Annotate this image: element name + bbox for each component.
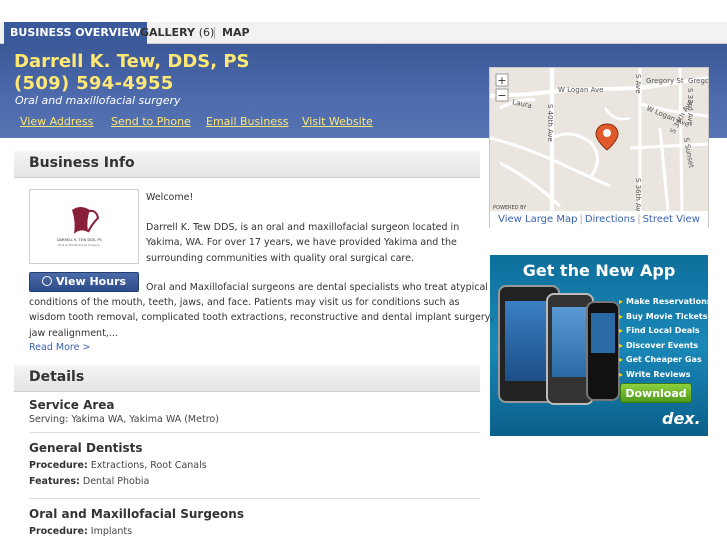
- tab-count: (6): [198, 26, 215, 39]
- business-logo: DARRELL K. TEW DDS, PS Oral & Maxillofac…: [29, 189, 139, 264]
- description-paragraph: conditions of the mouth, teeth, jaws, an…: [29, 295, 493, 341]
- field-label: Features:: [29, 476, 80, 487]
- general-procedures: Procedure: Extractions, Root Canals: [29, 460, 207, 471]
- tab-label: BUSINESS OVERVIEW: [10, 26, 142, 39]
- ad-title: Get the New App: [522, 261, 676, 280]
- text-line: surrounding communities with quality ora…: [146, 252, 414, 264]
- tab-bar: BUSINESS OVERVIEW GALLERY (6) MAP: [0, 22, 727, 44]
- ad-feature: ▸ Buy Movie Tickets: [619, 311, 708, 321]
- map-widget: + − W Logan Ave Gregory St Grego Laura S…: [489, 67, 709, 228]
- description-first-line: Oral and Maxillofacial surgeons are dent…: [146, 282, 488, 293]
- email-business-link[interactable]: Email Business: [200, 115, 295, 128]
- button-label: View Hours: [55, 275, 127, 288]
- tab-gallery[interactable]: GALLERY (6): [134, 22, 220, 44]
- tab-label: MAP: [222, 26, 250, 39]
- street-label: Grego: [688, 77, 708, 85]
- field-value: Dental Phobia: [82, 476, 150, 487]
- field-label: Procedure:: [29, 460, 88, 471]
- intro-paragraph: Darrell K. Tew DDS, is an oral and maxil…: [146, 220, 459, 266]
- view-hours-button[interactable]: View Hours: [29, 272, 139, 292]
- ad-feature-list: ▸ Make Reservations ▸ Buy Movie Tickets ▸ F…: [619, 295, 708, 382]
- read-more-link[interactable]: Read More >: [29, 342, 90, 353]
- service-area-title: Service Area: [29, 398, 115, 412]
- section-title: Details: [29, 369, 85, 385]
- street-label: W Logan Ave: [558, 86, 603, 94]
- ad-feature: ▸ Make Reservations: [619, 297, 708, 306]
- map-canvas[interactable]: + − W Logan Ave Gregory St Grego Laura S…: [490, 68, 708, 211]
- street-view-link[interactable]: Street View: [643, 214, 700, 225]
- tab-separator: [214, 27, 215, 39]
- business-category: Oral and maxillofacial surgery: [15, 94, 181, 107]
- text-line: Darrell K. Tew DDS, is an oral and maxil…: [146, 222, 460, 233]
- map-links: View Large Map | Directions | Street View: [490, 211, 708, 228]
- business-phone[interactable]: (509) 594-4955: [14, 73, 174, 94]
- divider: [29, 498, 480, 499]
- street-label: S 36th Ave: [634, 178, 642, 211]
- link-separator: |: [637, 214, 641, 225]
- zoom-in-icon: +: [497, 74, 506, 87]
- divider: [29, 432, 480, 433]
- ad-feature: ▸ Find Local Deals: [619, 326, 700, 335]
- street-label: Gregory St: [646, 77, 684, 85]
- field-value: Implants: [90, 526, 133, 537]
- text-line: Yakima, WA. For over 17 years, we have p…: [146, 237, 457, 249]
- street-label: S 40th Ave: [546, 104, 554, 142]
- field-value: Extractions, Root Canals: [90, 460, 207, 471]
- logo-tagline: Oral & Maxillofacial Surgery: [58, 243, 100, 247]
- field-label: Procedure:: [29, 526, 88, 537]
- business-name: Darrell K. Tew, DDS, PS: [14, 51, 250, 72]
- tab-map[interactable]: MAP: [216, 22, 256, 44]
- general-features: Features: Dental Phobia: [29, 476, 149, 487]
- tooth-logo-icon: [72, 207, 100, 234]
- business-info-header: Business Info: [14, 151, 480, 178]
- logo-caption: DARRELL K. TEW DDS, PS: [57, 238, 102, 242]
- street-label: S Ave: [634, 74, 642, 94]
- oral-surgeons-title: Oral and Maxillofacial Surgeons: [29, 507, 244, 521]
- tab-business-overview[interactable]: BUSINESS OVERVIEW: [4, 22, 148, 44]
- ad-feature: ▸ Write Reviews: [619, 369, 691, 379]
- dex-app-ad[interactable]: Get the New App ▸ Make Reservations ▸ Buy …: [490, 255, 708, 436]
- tab-label: GALLERY: [140, 26, 195, 39]
- dex-logo: dex.: [662, 409, 701, 428]
- text-line: jaw realignment,...: [29, 327, 118, 339]
- clock-icon: [41, 276, 52, 286]
- view-large-map-link[interactable]: View Large Map: [498, 214, 577, 225]
- download-button[interactable]: Download: [620, 383, 692, 403]
- phone-image: [586, 301, 620, 401]
- section-title: Business Info: [29, 155, 135, 171]
- ad-feature: ▸ Discover Events: [619, 340, 699, 350]
- visit-website-link[interactable]: Visit Website: [296, 115, 379, 128]
- link-separator: |: [579, 214, 583, 225]
- text-line: conditions of the mouth, teeth, jaws, an…: [29, 297, 460, 308]
- view-address-link[interactable]: View Address: [14, 115, 99, 128]
- details-header: Details: [14, 365, 480, 392]
- welcome-text: Welcome!: [146, 192, 194, 203]
- text-line: wisdom tooth removal, complicated tooth …: [29, 312, 494, 324]
- service-area-text: Serving: Yakima WA, Yakima WA (Metro): [29, 414, 219, 425]
- general-dentists-title: General Dentists: [29, 441, 143, 455]
- oral-procedures: Procedure: Implants: [29, 526, 132, 537]
- directions-link[interactable]: Directions: [585, 214, 635, 225]
- ad-feature: ▸ Get Cheaper Gas: [619, 355, 702, 364]
- zoom-out-icon: −: [497, 89, 506, 102]
- send-to-phone-link[interactable]: Send to Phone: [105, 115, 197, 128]
